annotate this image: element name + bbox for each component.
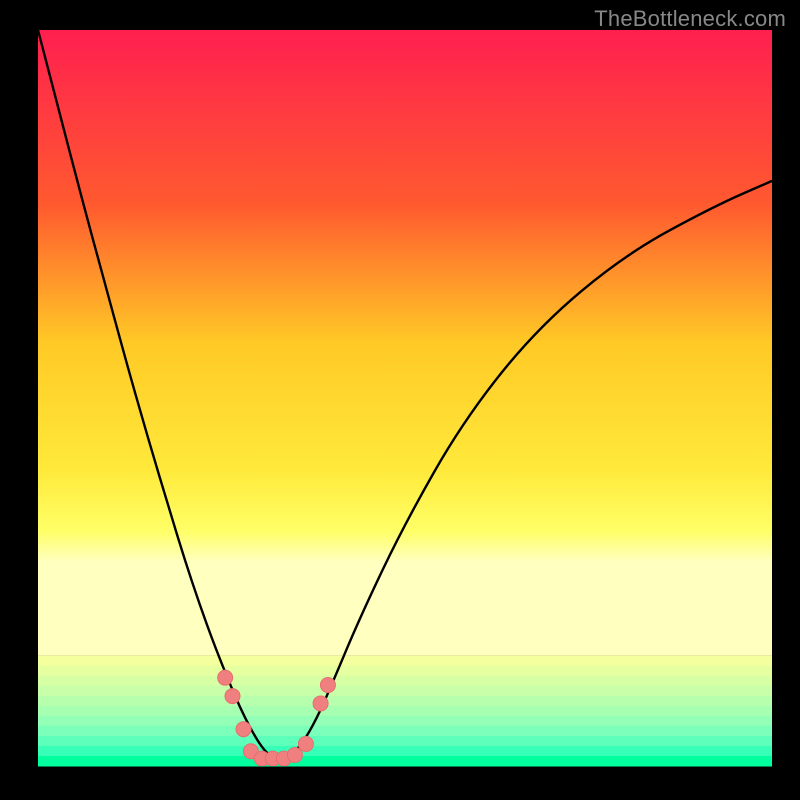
chart-background <box>38 30 772 767</box>
marker-dot <box>225 689 240 704</box>
marker-dot <box>320 678 335 693</box>
chart-container: TheBottleneck.com <box>0 0 800 800</box>
bottleneck-chart <box>0 0 800 800</box>
marker-dot <box>298 736 313 751</box>
watermark-text: TheBottleneck.com <box>594 6 786 32</box>
marker-dot <box>236 722 251 737</box>
marker-dot <box>313 696 328 711</box>
marker-dot <box>218 670 233 685</box>
marker-dot <box>287 747 302 762</box>
